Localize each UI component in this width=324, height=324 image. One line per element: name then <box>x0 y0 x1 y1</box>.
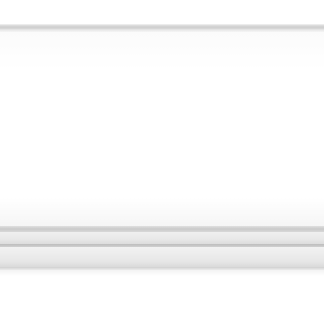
unit-top-edge <box>0 24 324 32</box>
air-outlet-louver <box>0 232 324 244</box>
product-photo <box>0 0 324 324</box>
air-conditioner-indoor-unit <box>0 24 324 270</box>
unit-shadow <box>0 270 324 276</box>
unit-front-panel <box>0 32 324 227</box>
unit-base-cover <box>0 247 324 267</box>
